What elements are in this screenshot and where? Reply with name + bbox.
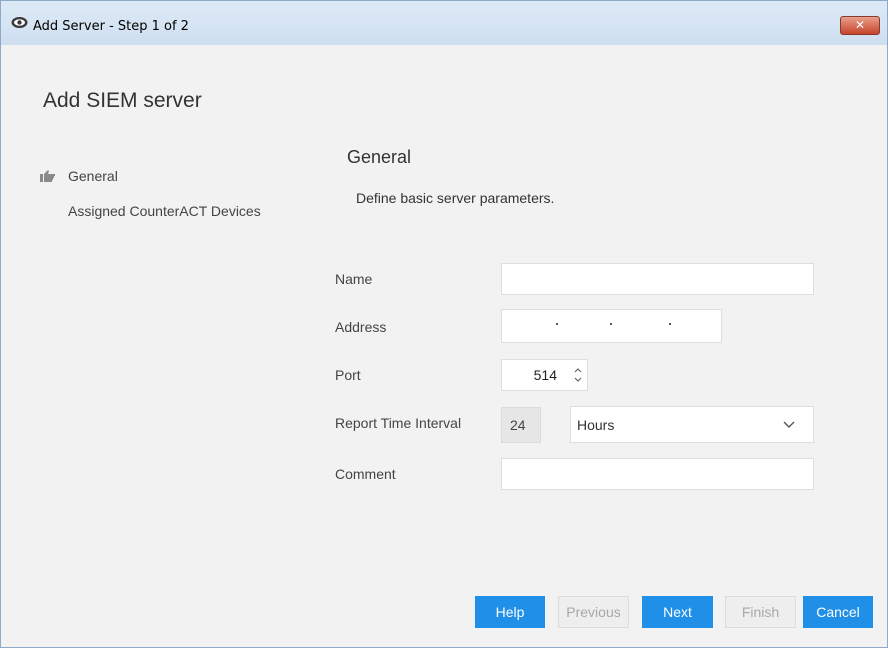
close-button[interactable]: ✕ [840, 16, 880, 35]
name-input[interactable] [501, 263, 814, 295]
name-label: Name [335, 271, 373, 287]
ip-separator [610, 323, 612, 325]
address-ip-input[interactable] [501, 309, 722, 343]
dialog-window: Add Server - Step 1 of 2 ✕ Add SIEM serv… [0, 0, 888, 648]
dialog-heading: Add SIEM server [43, 89, 202, 112]
cancel-button[interactable]: Cancel [803, 596, 873, 628]
next-button[interactable]: Next [642, 596, 713, 628]
thumbs-pointer-icon [40, 170, 55, 182]
ip-separator [556, 323, 558, 325]
previous-button[interactable]: Previous [558, 596, 629, 628]
section-description: Define basic server parameters. [356, 190, 555, 206]
spinner-arrows-icon[interactable] [573, 365, 583, 385]
nav-item-assigned-devices[interactable]: Assigned CounterACT Devices [68, 203, 261, 219]
port-label: Port [335, 367, 361, 383]
report-interval-label: Report Time Interval [335, 415, 462, 431]
address-label: Address [335, 319, 387, 335]
dialog-content: Add SIEM server General Assigned Counter… [9, 45, 879, 641]
eye-icon [11, 17, 28, 28]
interval-unit-select[interactable]: Hours [570, 406, 814, 443]
chevron-down-icon [783, 421, 795, 428]
comment-label: Comment [335, 466, 396, 482]
port-value: 514 [533, 367, 557, 383]
nav-item-general[interactable]: General [68, 168, 118, 184]
window-title: Add Server - Step 1 of 2 [33, 19, 189, 34]
port-stepper[interactable]: 514 [501, 359, 588, 391]
interval-unit-value: Hours [577, 417, 615, 433]
help-button[interactable]: Help [475, 596, 545, 628]
finish-button[interactable]: Finish [725, 596, 796, 628]
title-bar[interactable]: Add Server - Step 1 of 2 ✕ [1, 1, 887, 45]
section-title: General [347, 147, 412, 167]
report-interval-value[interactable]: 24 [501, 407, 541, 443]
comment-input[interactable] [501, 458, 814, 490]
ip-separator [669, 323, 671, 325]
